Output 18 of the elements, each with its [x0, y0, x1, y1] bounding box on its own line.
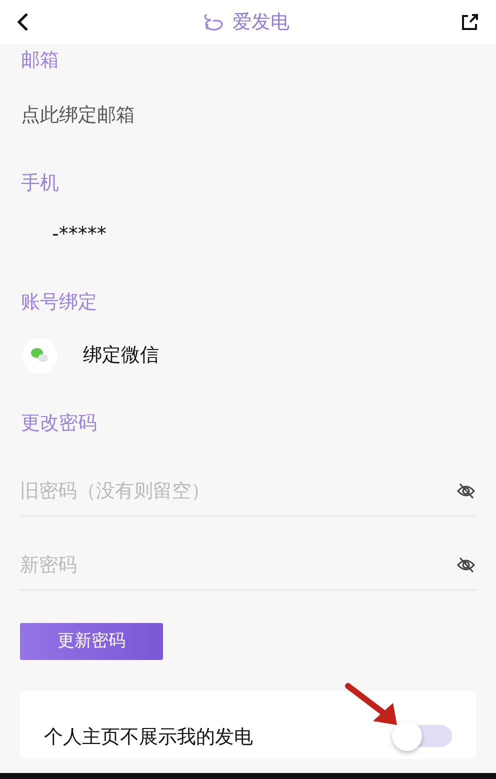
bind-email-link[interactable]: 点此绑定邮箱: [21, 100, 135, 129]
password-field[interactable]: 旧密码（没有则留空）: [20, 476, 456, 506]
section-label: 更改密码: [20, 410, 98, 436]
pointer-arrow-icon: [345, 683, 399, 727]
share-icon[interactable]: [460, 12, 480, 32]
eye-off-icon[interactable]: [456, 481, 476, 501]
section-label: 账号绑定: [20, 290, 98, 315]
app-title: 爱发电: [232, 10, 290, 35]
wechat-icon: [21, 336, 59, 374]
section-label: 手机: [20, 171, 60, 196]
section-label: 邮箱: [20, 48, 60, 73]
password-field[interactable]: 新密码: [20, 550, 456, 580]
back-icon[interactable]: [16, 12, 30, 32]
update-password-button[interactable]: 更新密码: [20, 623, 163, 660]
bind-wechat-link[interactable]: 绑定微信: [83, 341, 159, 370]
privacy-label: 个人主页不展示我的发电: [44, 724, 253, 750]
phone-number: -*****: [52, 222, 106, 246]
eye-off-icon[interactable]: [456, 555, 476, 575]
